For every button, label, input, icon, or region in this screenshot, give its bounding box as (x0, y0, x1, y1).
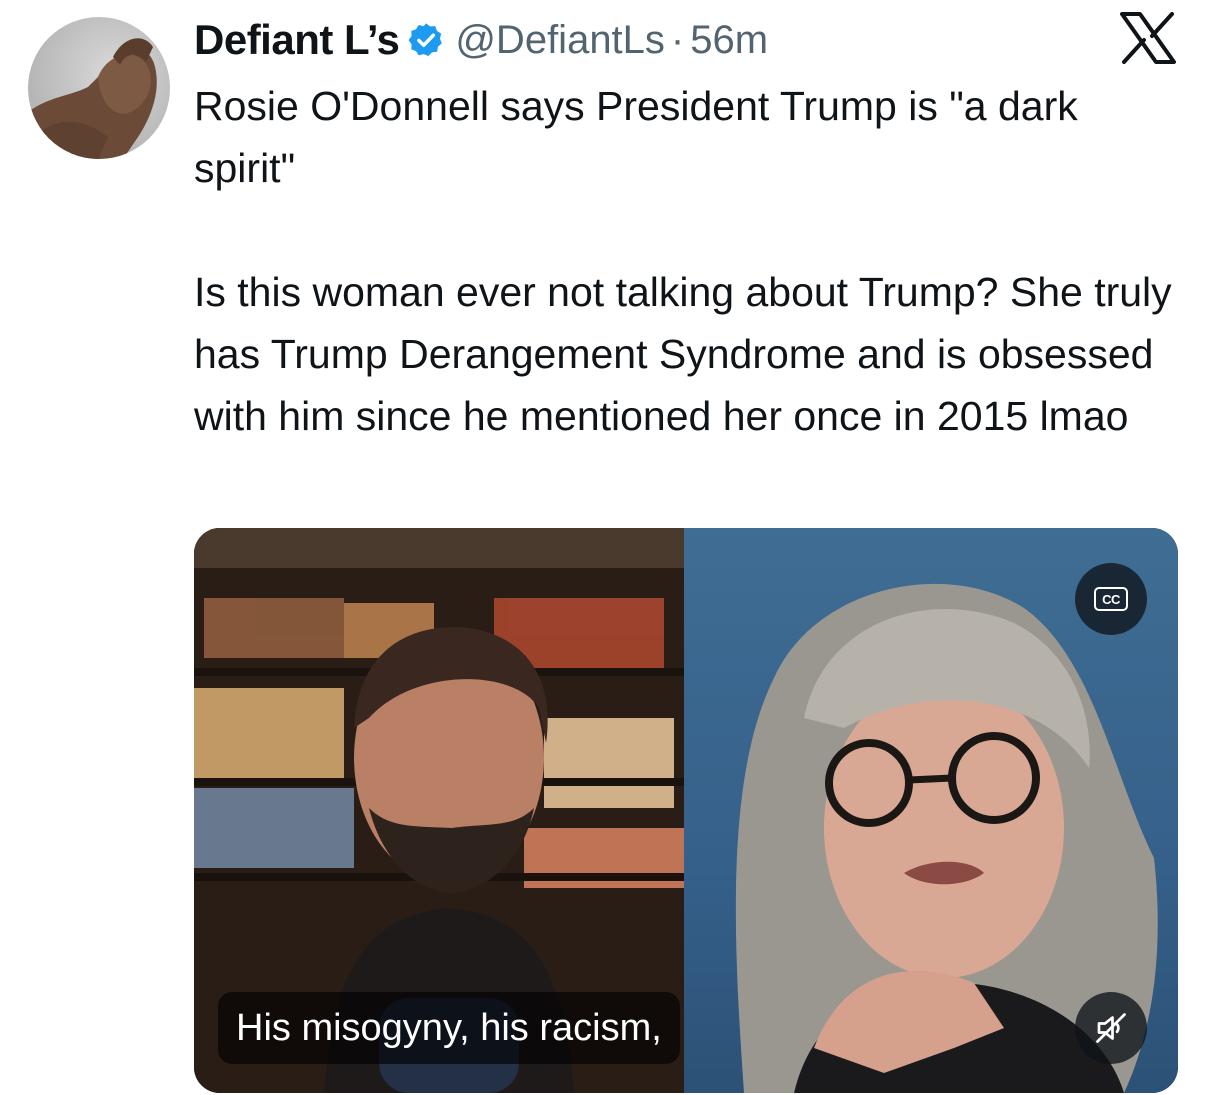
video-caption: His misogyny, his racism, (218, 992, 680, 1064)
tweet-text: Rosie O'Donnell says President Trump is … (194, 75, 1184, 447)
x-logo-icon (1120, 12, 1176, 64)
closed-captions-button[interactable]: CC (1075, 563, 1147, 635)
author-handle[interactable]: @DefiantLs (455, 18, 665, 63)
author-avatar[interactable] (28, 17, 170, 159)
closed-captions-icon: CC (1094, 587, 1128, 611)
mute-toggle-button[interactable] (1075, 992, 1147, 1064)
tweet-header: Defiant L’s @DefiantLs · 56m (194, 12, 768, 68)
video-player[interactable]: CC His misogyny, his racism, (194, 528, 1178, 1093)
verified-badge-icon (408, 23, 443, 56)
speaker-muted-icon (1096, 1013, 1126, 1043)
tweet-paragraph-1: Rosie O'Donnell says President Trump is … (194, 83, 1078, 191)
avatar-statue-image (28, 38, 157, 159)
author-display-name[interactable]: Defiant L’s (194, 16, 400, 64)
meta-separator: · (670, 17, 685, 62)
tweet-timestamp[interactable]: 56m (690, 18, 768, 63)
tweet-paragraph-2: Is this woman ever not talking about Tru… (194, 269, 1172, 439)
